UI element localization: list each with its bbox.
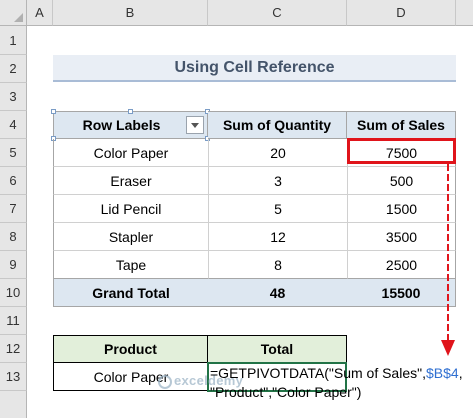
watermark-text: exceldemy [174, 373, 244, 388]
column-header-d[interactable]: D [347, 0, 456, 26]
lookup-header-product[interactable]: Product [53, 335, 208, 363]
selection-handle [128, 109, 133, 114]
watermark: exceldemy [158, 373, 243, 389]
formula-separator: , [458, 365, 463, 381]
formula-cell-reference: $B$4 [425, 365, 459, 381]
select-all-corner[interactable] [0, 0, 27, 26]
row-header-7[interactable]: 7 [0, 195, 27, 223]
pivot-header-quantity[interactable]: Sum of Quantity [208, 111, 347, 139]
formula-text[interactable]: =GETPIVOTDATA("Sum of Sales",$B$4, "Prod… [210, 364, 472, 406]
column-header-blank [456, 0, 473, 26]
row-header-10[interactable]: 10 [0, 279, 27, 307]
pivot-total-quantity[interactable]: 48 [208, 279, 347, 307]
pivot-row-label[interactable]: Stapler [53, 223, 208, 251]
pivot-total-label[interactable]: Grand Total [53, 279, 208, 307]
row-header-3[interactable]: 3 [0, 83, 27, 111]
pivot-row-quantity[interactable]: 5 [208, 195, 347, 223]
pivot-row-quantity[interactable]: 12 [208, 223, 347, 251]
row-header-5[interactable]: 5 [0, 139, 27, 167]
pivot-row-label[interactable]: Tape [53, 251, 208, 279]
row-labels-filter-dropdown[interactable] [186, 116, 204, 134]
reference-arrow [441, 164, 455, 356]
pivot-row-quantity[interactable]: 20 [208, 139, 347, 167]
arrow-head [441, 340, 455, 356]
pivot-header-row-labels[interactable]: Row Labels [53, 111, 208, 139]
row-header-blank [0, 391, 27, 418]
column-header-b[interactable]: B [53, 0, 208, 26]
pivot-row-quantity[interactable]: 3 [208, 167, 347, 195]
pivot-row-label[interactable]: Color Paper [53, 139, 208, 167]
watermark-logo-icon [158, 374, 172, 389]
column-header-c[interactable]: C [208, 0, 347, 26]
row-header-9[interactable]: 9 [0, 251, 27, 279]
row-header-6[interactable]: 6 [0, 167, 27, 195]
row-header-1[interactable]: 1 [0, 26, 27, 55]
chevron-down-icon [191, 123, 199, 128]
row-header-12[interactable]: 12 [0, 335, 27, 363]
lookup-header-total[interactable]: Total [208, 335, 347, 363]
pivot-row-label[interactable]: Lid Pencil [53, 195, 208, 223]
row-header-11[interactable]: 11 [0, 307, 27, 335]
row-header-2[interactable]: 2 [0, 55, 27, 83]
selection-handle [51, 109, 56, 114]
pivot-header-sales[interactable]: Sum of Sales [347, 111, 456, 139]
row-header-13[interactable]: 13 [0, 363, 27, 391]
row-header-8[interactable]: 8 [0, 223, 27, 251]
pivot-row-quantity[interactable]: 8 [208, 251, 347, 279]
page-title[interactable]: Using Cell Reference [53, 55, 456, 82]
pivot-row-label[interactable]: Eraser [53, 167, 208, 195]
row-header-4[interactable]: 4 [0, 111, 27, 139]
pivot-header-row-labels-text: Row Labels [82, 117, 161, 133]
column-header-a[interactable]: A [27, 0, 53, 26]
